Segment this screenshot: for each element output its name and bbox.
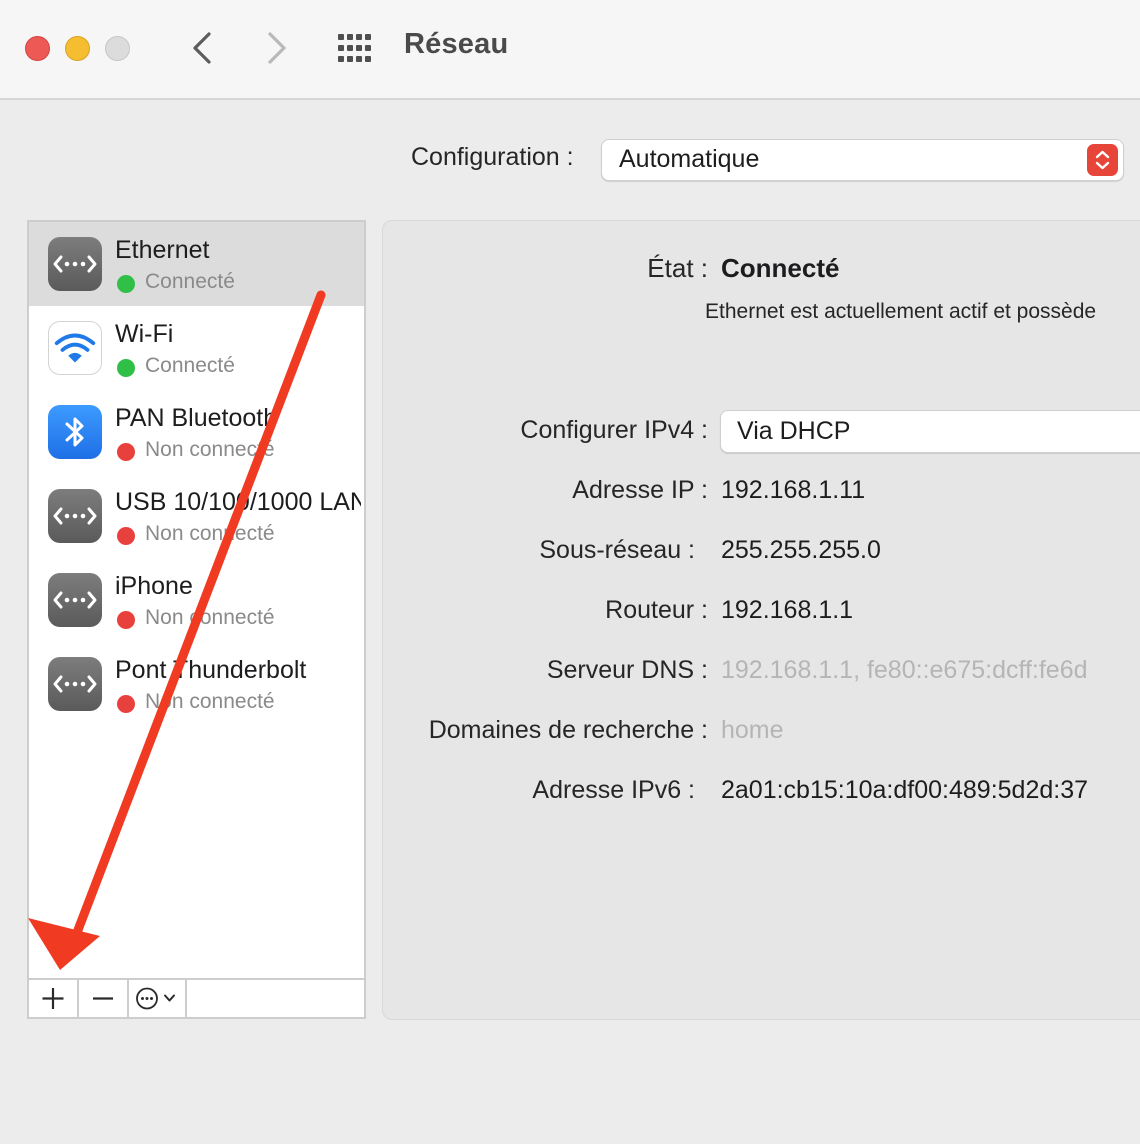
minus-icon [93, 997, 113, 1000]
service-name: iPhone [115, 572, 193, 600]
select-stepper-icon [1087, 144, 1118, 176]
services-list-toolbar [27, 978, 366, 1019]
ip-address-label: Adresse IP : [572, 476, 708, 504]
plus-icon [42, 988, 64, 1009]
service-item-pan-bluetooth[interactable]: PAN Bluetooth Non connecté [29, 390, 364, 474]
router-label: Routeur : [605, 596, 708, 624]
service-status: Non connecté [145, 606, 275, 629]
service-status: Non connecté [145, 522, 275, 545]
wifi-icon [48, 321, 102, 375]
service-status: Non connecté [145, 690, 275, 713]
service-name: Ethernet [115, 236, 210, 264]
zoom-window-button[interactable] [105, 36, 130, 61]
service-status: Connecté [145, 354, 235, 377]
service-item-usb-lan[interactable]: USB 10/100/1000 LAN Non connecté [29, 474, 364, 558]
chevron-left-icon[interactable] [183, 28, 223, 68]
service-name: USB 10/100/1000 LAN [115, 488, 361, 516]
service-item-wifi[interactable]: Wi-Fi Connecté [29, 306, 364, 390]
ethernet-icon [48, 489, 102, 543]
ethernet-icon [48, 573, 102, 627]
status-dot-green [117, 275, 135, 293]
service-status: Non connecté [145, 438, 275, 461]
configure-ipv4-label: Configurer IPv4 : [520, 416, 708, 444]
network-services-list: Ethernet Connecté Wi-Fi Connecté PAN Blu… [27, 220, 366, 980]
service-name: Pont Thunderbolt [115, 656, 307, 684]
ellipsis-circle-icon [136, 987, 175, 1010]
chevron-right-icon[interactable] [256, 28, 296, 68]
configuration-value: Automatique [619, 145, 760, 173]
ethernet-icon [48, 657, 102, 711]
subnet-value: 255.255.255.0 [721, 536, 881, 564]
status-dot-red [117, 611, 135, 629]
minimize-window-button[interactable] [65, 36, 90, 61]
dns-server-value: 192.168.1.1, fe80::e675:dcff:fe6d [721, 656, 1088, 684]
state-value: Connecté [721, 253, 840, 283]
configure-ipv4-value: Via DHCP [737, 417, 851, 445]
search-domains-label: Domaines de recherche : [428, 716, 708, 744]
bluetooth-icon [48, 405, 102, 459]
state-label: État : [647, 253, 708, 283]
search-domains-value: home [721, 716, 784, 744]
service-actions-button[interactable] [129, 980, 187, 1017]
configuration-label: Configuration : [411, 143, 574, 171]
configure-ipv4-select[interactable]: Via DHCP [720, 410, 1140, 453]
service-name: PAN Bluetooth [115, 404, 278, 432]
grid-icon[interactable] [336, 32, 376, 64]
configuration-select[interactable]: Automatique [601, 139, 1124, 181]
ip-address-value: 192.168.1.11 [721, 476, 866, 504]
ipv6-address-value: 2a01:cb15:10a:df00:489:5d2d:37 [721, 776, 1089, 804]
service-item-ethernet[interactable]: Ethernet Connecté [29, 222, 364, 306]
service-item-iphone[interactable]: iPhone Non connecté [29, 558, 364, 642]
ethernet-icon [48, 237, 102, 291]
router-value: 192.168.1.1 [721, 596, 854, 624]
service-name: Wi-Fi [115, 320, 174, 348]
service-status: Connecté [145, 270, 235, 293]
remove-service-button[interactable] [79, 980, 129, 1017]
add-service-button[interactable] [29, 980, 79, 1017]
status-dot-green [117, 359, 135, 377]
status-dot-red [117, 443, 135, 461]
close-window-button[interactable] [25, 36, 50, 61]
state-description: Ethernet est actuellement actif et possè… [705, 300, 1097, 323]
dns-server-label: Serveur DNS : [546, 656, 708, 684]
status-dot-red [117, 527, 135, 545]
window-title: Réseau [404, 28, 509, 60]
subnet-label: Sous-réseau : [539, 536, 695, 564]
status-dot-red [117, 695, 135, 713]
ipv6-address-label: Adresse IPv6 : [532, 776, 695, 804]
window-titlebar: Réseau [0, 0, 1140, 100]
service-item-thunderbolt-bridge[interactable]: Pont Thunderbolt Non connecté [29, 642, 364, 726]
